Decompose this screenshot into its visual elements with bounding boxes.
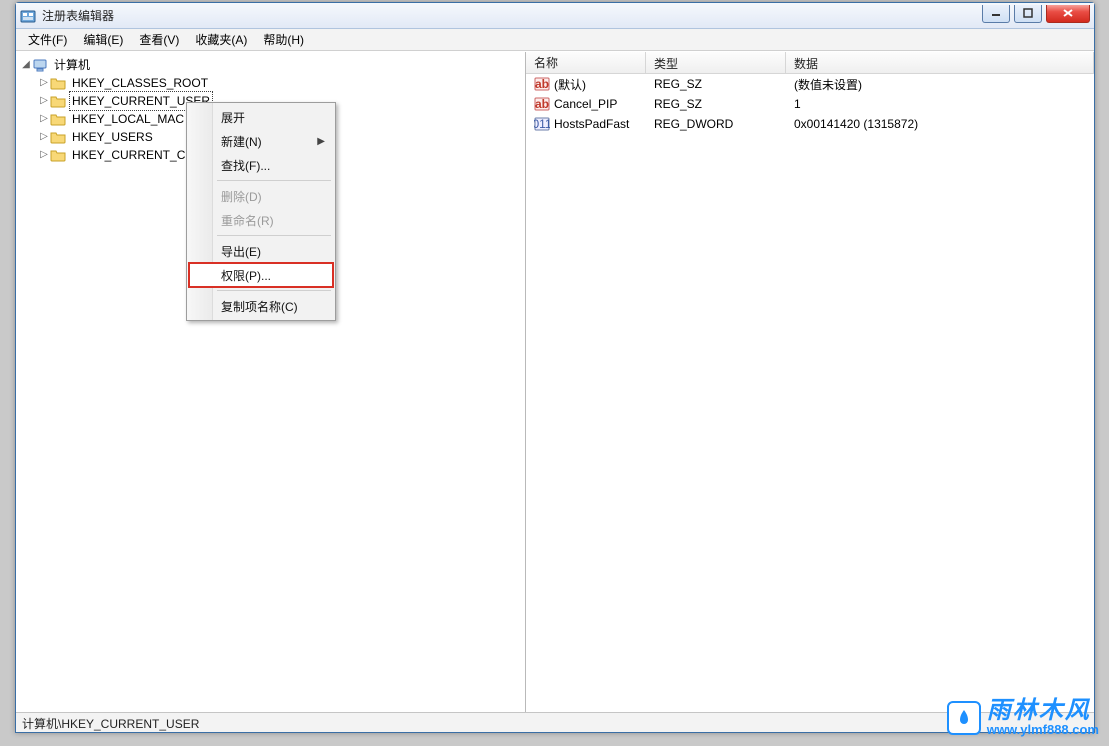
close-icon — [1062, 8, 1074, 18]
ctx-find[interactable]: 查找(F)... — [189, 153, 333, 177]
ctx-separator — [217, 290, 331, 291]
maximize-icon — [1023, 8, 1033, 18]
menu-edit[interactable]: 编辑(E) — [75, 29, 131, 50]
ctx-export[interactable]: 导出(E) — [189, 239, 333, 263]
expand-icon[interactable]: ▷ — [38, 74, 50, 92]
value-name: Cancel_PIP — [554, 97, 617, 111]
ctx-delete: 删除(D) — [189, 184, 333, 208]
value-type: REG_SZ — [646, 77, 786, 91]
close-button[interactable] — [1046, 5, 1090, 23]
ctx-permissions[interactable]: 权限(P)... — [189, 263, 333, 287]
tree-root[interactable]: ◢ 计算机 — [20, 56, 523, 74]
list-header: 名称 类型 数据 — [526, 52, 1094, 74]
ctx-copy-key-name[interactable]: 复制项名称(C) — [189, 294, 333, 318]
list-row[interactable]: ab Cancel_PIP REG_SZ1 — [526, 94, 1094, 114]
col-header-type[interactable]: 类型 — [646, 52, 786, 73]
menu-favorites[interactable]: 收藏夹(A) — [187, 29, 255, 50]
menu-file[interactable]: 文件(F) — [20, 29, 75, 50]
expand-icon[interactable]: ▷ — [38, 92, 50, 110]
tree-item-label: HKEY_CURRENT_C — [70, 146, 187, 164]
tree-item-label: HKEY_LOCAL_MAC — [70, 110, 186, 128]
window-buttons — [982, 5, 1090, 23]
split-panes: ◢ 计算机 ▷HKEY_CLASSES_ROOT▷HKEY_CURRENT_US… — [16, 51, 1094, 712]
menu-bar: 文件(F) 编辑(E) 查看(V) 收藏夹(A) 帮助(H) — [16, 29, 1094, 51]
menu-view[interactable]: 查看(V) — [131, 29, 187, 50]
value-type: REG_DWORD — [646, 117, 786, 131]
registry-editor-window: 注册表编辑器 文件(F) 编辑(E) 查看(V) 收藏夹(A) 帮助(H) — [15, 2, 1095, 733]
maximize-button[interactable] — [1014, 5, 1042, 23]
submenu-arrow-icon: ▶ — [317, 136, 325, 147]
svg-text:ab: ab — [535, 77, 549, 91]
computer-icon — [32, 57, 48, 73]
svg-text:ab: ab — [535, 97, 549, 111]
tree-root-label: 计算机 — [52, 56, 92, 74]
ctx-expand[interactable]: 展开 — [189, 105, 333, 129]
title-bar: 注册表编辑器 — [16, 3, 1094, 29]
col-header-data[interactable]: 数据 — [786, 52, 1094, 73]
reg-dword-icon: 011 — [534, 116, 550, 132]
minimize-button[interactable] — [982, 5, 1010, 23]
regedit-icon — [20, 8, 36, 24]
tree-pane: ◢ 计算机 ▷HKEY_CLASSES_ROOT▷HKEY_CURRENT_US… — [16, 52, 526, 712]
list-row[interactable]: 011 HostsPadFast REG_DWORD0x00141420 (1315… — [526, 114, 1094, 134]
folder-icon — [50, 111, 66, 127]
reg-sz-icon: ab — [534, 96, 550, 112]
ctx-separator — [217, 235, 331, 236]
value-data: (数值未设置) — [786, 76, 1094, 93]
list-body: ab (默认) REG_SZ(数值未设置) ab Cancel_PIP REG_SZ1 01… — [526, 74, 1094, 712]
menu-help[interactable]: 帮助(H) — [255, 29, 312, 50]
value-name: (默认) — [554, 76, 586, 93]
ctx-new[interactable]: 新建(N)▶ — [189, 129, 333, 153]
expand-icon[interactable]: ▷ — [38, 128, 50, 146]
ctx-rename: 重命名(R) — [189, 208, 333, 232]
ctx-separator — [217, 180, 331, 181]
list-row[interactable]: ab (默认) REG_SZ(数值未设置) — [526, 74, 1094, 94]
expand-icon[interactable]: ▷ — [38, 110, 50, 128]
folder-icon — [50, 147, 66, 163]
value-type: REG_SZ — [646, 97, 786, 111]
value-data: 1 — [786, 97, 1094, 111]
minimize-icon — [991, 8, 1001, 18]
value-name: HostsPadFast — [554, 117, 629, 131]
svg-text:011: 011 — [534, 117, 550, 131]
folder-icon — [50, 75, 66, 91]
folder-icon — [50, 93, 66, 109]
status-bar: 计算机\HKEY_CURRENT_USER — [16, 712, 1094, 732]
col-header-name[interactable]: 名称 — [526, 52, 646, 73]
context-menu: 展开 新建(N)▶ 查找(F)... 删除(D) 重命名(R) 导出(E) 权限… — [186, 102, 336, 321]
collapse-icon[interactable]: ◢ — [20, 56, 32, 74]
folder-icon — [50, 129, 66, 145]
status-path: 计算机\HKEY_CURRENT_USER — [22, 717, 199, 731]
values-pane: 名称 类型 数据 ab (默认) REG_SZ(数值未设置) ab Cancel_PIP… — [526, 52, 1094, 712]
expand-icon[interactable]: ▷ — [38, 146, 50, 164]
tree-item[interactable]: ▷ HKEY_CLASSES_ROOT — [38, 74, 523, 92]
reg-sz-icon: ab — [534, 76, 550, 92]
tree-item-label: HKEY_USERS — [70, 128, 155, 146]
tree-item-label: HKEY_CLASSES_ROOT — [70, 74, 210, 92]
value-data: 0x00141420 (1315872) — [786, 117, 1094, 131]
window-title: 注册表编辑器 — [42, 7, 982, 24]
